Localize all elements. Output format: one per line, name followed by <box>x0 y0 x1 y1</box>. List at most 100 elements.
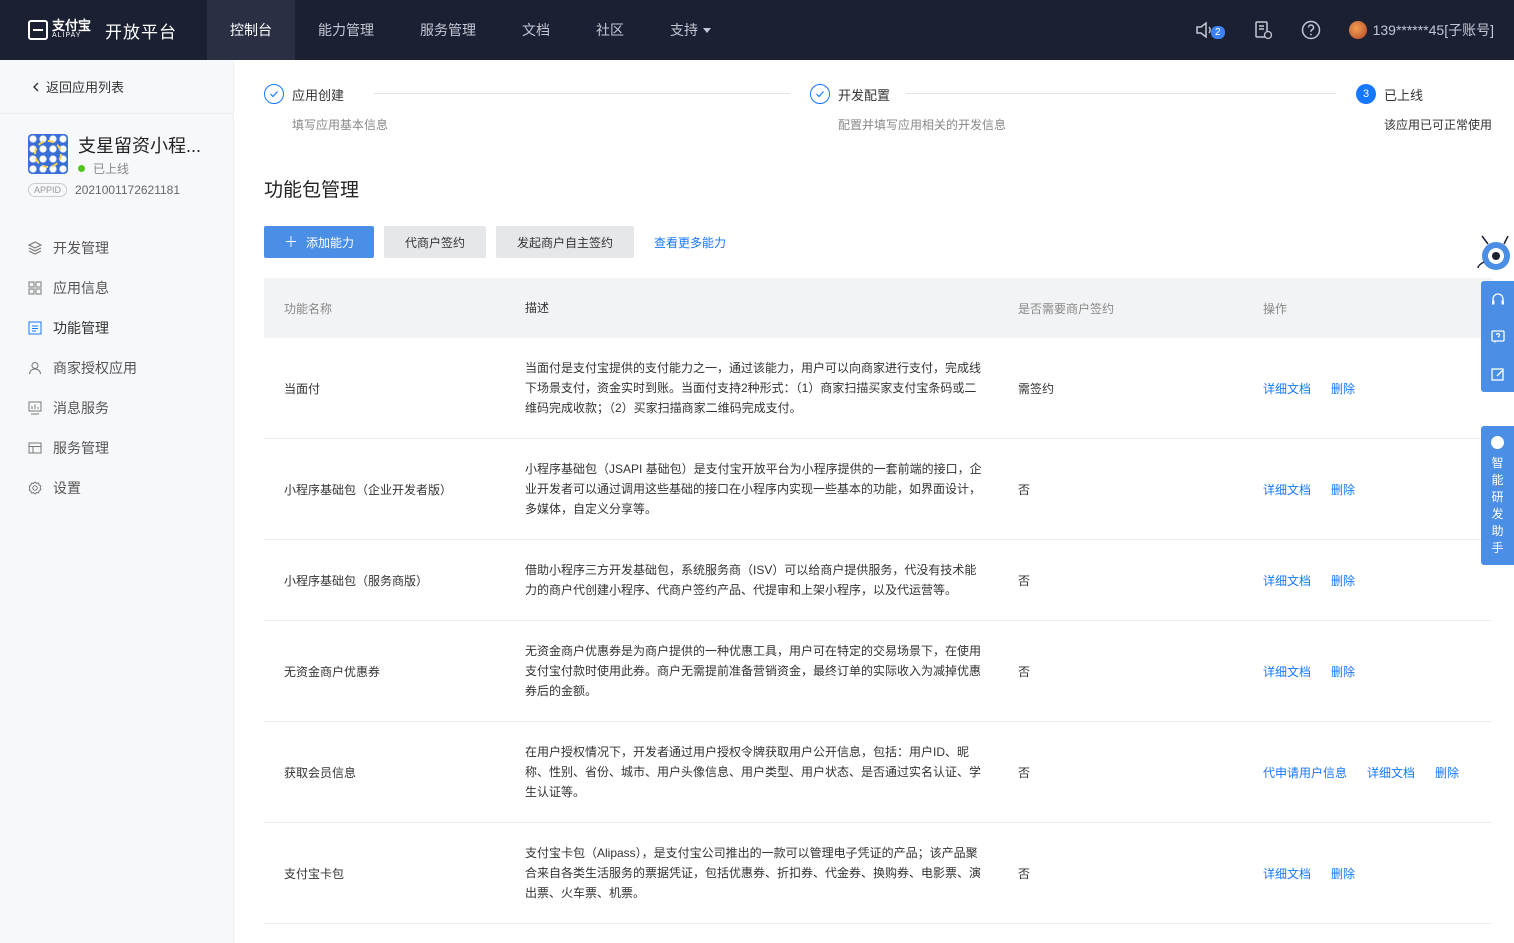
header-name: 功能名称 <box>284 301 333 316</box>
delete-link[interactable]: 删除 <box>1331 865 1355 882</box>
step-title: 开发配置 <box>838 87 891 103</box>
doc-link[interactable]: 详细文档 <box>1263 380 1311 397</box>
sidebar-item-feature-manage[interactable]: 功能管理 <box>0 308 233 348</box>
add-capability-label: 添加能力 <box>305 235 354 250</box>
brand-en: ALIPAY <box>52 32 82 39</box>
feature-name: 无资金商户优惠券 <box>284 664 381 679</box>
merchant-sign-button[interactable]: 发起商户自主签约 <box>496 226 634 258</box>
appid-value: 2021001172621181 <box>75 183 181 197</box>
sidebar-item-label: 开发管理 <box>53 240 109 256</box>
assistant-label: 智能研发助手 <box>1491 456 1504 555</box>
brand-cn: 支付宝 <box>52 18 92 33</box>
nav-capability[interactable]: 能力管理 <box>295 0 397 60</box>
sidebar: 返回应用列表 支星留资小程... 已上线 APPID 2021001172621… <box>0 60 234 943</box>
feature-sign: 否 <box>1018 664 1031 679</box>
feedback-float-button[interactable] <box>1481 355 1514 392</box>
nav-support[interactable]: 支持 <box>647 0 734 60</box>
sidebar-item-settings[interactable]: 设置 <box>0 468 233 508</box>
doc-link[interactable]: 详细文档 <box>1367 764 1415 781</box>
brand[interactable]: 支付宝 ALIPAY 开放平台 <box>0 0 207 60</box>
table-row: 当面付 当面付是支付宝提供的支付能力之一，通过该能力，用户可以向商家进行支付，完… <box>264 338 1492 439</box>
records-button[interactable] <box>1253 20 1273 40</box>
help-button[interactable] <box>1301 20 1321 40</box>
feature-desc: 小程序基础包（JSAPI 基础包）是支付宝开放平台为小程序提供的一套前端的接口，… <box>525 462 982 516</box>
feature-desc: 在用户授权情况下，开发者通过用户授权令牌获取用户公开信息，包括：用户ID、昵称、… <box>525 745 982 799</box>
sidebar-item-dev-manage[interactable]: 开发管理 <box>0 228 233 268</box>
user-icon <box>28 361 42 375</box>
more-capabilities-link[interactable]: 查看更多能力 <box>654 234 726 251</box>
doc-link[interactable]: 详细文档 <box>1263 481 1311 498</box>
sidebar-item-merchant-auth[interactable]: 商家授权应用 <box>0 348 233 388</box>
nav-console[interactable]: 控制台 <box>207 0 295 60</box>
header-desc: 描述 <box>525 301 550 315</box>
delete-link[interactable]: 删除 <box>1435 764 1459 781</box>
feature-desc: 无资金商户优惠券是为商户提供的一种优惠工具，用户可在特定的交易场景下，在使用支付… <box>525 644 982 698</box>
table-row: 获取会员信息 在用户授权情况下，开发者通过用户授权令牌获取用户公开信息，包括：用… <box>264 722 1492 823</box>
doc-link[interactable]: 详细文档 <box>1263 865 1311 882</box>
table-row: 小程序基础包（企业开发者版） 小程序基础包（JSAPI 基础包）是支付宝开放平台… <box>264 439 1492 540</box>
progress-steps: 应用创建 填写应用基本信息 开发配置 配置并填写应用相关的开发信息 3 已上线 … <box>264 60 1492 150</box>
delete-link[interactable]: 删除 <box>1331 663 1355 680</box>
header-sign: 是否需要商户签约 <box>1018 301 1115 316</box>
app-name: 支星留资小程... <box>78 136 202 156</box>
delete-link[interactable]: 删除 <box>1331 481 1355 498</box>
ant-mascot-icon[interactable] <box>1474 232 1514 282</box>
chart-icon <box>28 401 42 415</box>
back-label: 返回应用列表 <box>46 80 125 95</box>
agent-sign-button[interactable]: 代商户签约 <box>384 226 486 258</box>
table-icon <box>28 441 42 455</box>
feature-name: 当面付 <box>284 381 321 396</box>
step-online: 3 已上线 <box>1356 84 1423 104</box>
account-name: 139******45[子账号] <box>1372 22 1494 38</box>
step-desc: 填写应用基本信息 <box>292 118 389 132</box>
table-header: 功能名称 描述 是否需要商户签约 操作 <box>264 278 1492 338</box>
alipay-logo-icon <box>28 20 48 40</box>
sidebar-item-label: 设置 <box>53 480 81 496</box>
service-float-button[interactable] <box>1481 281 1514 318</box>
plus-icon: ＋ <box>283 234 298 250</box>
page-title: 功能包管理 <box>264 180 360 201</box>
sidebar-item-app-info[interactable]: 应用信息 <box>0 268 233 308</box>
step-connector <box>906 93 1336 94</box>
app-logo <box>28 134 68 174</box>
delete-link[interactable]: 删除 <box>1331 572 1355 589</box>
question-message-icon <box>1490 329 1505 343</box>
delete-link[interactable]: 删除 <box>1331 380 1355 397</box>
faq-float-button[interactable] <box>1481 318 1514 355</box>
sidebar-menu: 开发管理 应用信息 功能管理 商家授权应用 消息服务 服务管理 设置 <box>0 228 233 508</box>
notification-badge: 2 <box>1211 25 1225 39</box>
layers-icon <box>28 241 42 255</box>
step-title: 已上线 <box>1384 87 1424 103</box>
doc-link[interactable]: 详细文档 <box>1263 663 1311 680</box>
request-user-info-link[interactable]: 代申请用户信息 <box>1263 764 1347 781</box>
sidebar-item-label: 商家授权应用 <box>53 360 137 376</box>
headset-icon <box>1491 292 1504 304</box>
account-menu[interactable]: 139******45[子账号] <box>1348 20 1494 40</box>
online-dot-icon <box>78 165 85 172</box>
help-icon <box>1301 20 1320 40</box>
check-icon <box>264 84 284 104</box>
back-to-app-list[interactable]: 返回应用列表 <box>0 60 233 114</box>
chevron-left-icon <box>33 82 39 91</box>
check-icon <box>810 84 830 104</box>
sidebar-item-message-service[interactable]: 消息服务 <box>0 388 233 428</box>
doc-link[interactable]: 详细文档 <box>1263 572 1311 589</box>
sidebar-item-service-manage[interactable]: 服务管理 <box>0 428 233 468</box>
notification-button[interactable]: 2 <box>1195 21 1225 39</box>
grid-icon <box>28 281 42 295</box>
ai-assistant-button[interactable]: 智能研发助手 <box>1481 426 1514 565</box>
nav-community[interactable]: 社区 <box>573 0 647 60</box>
add-capability-button[interactable]: ＋ 添加能力 <box>264 226 374 258</box>
app-status: 已上线 <box>78 160 201 177</box>
nav-service[interactable]: 服务管理 <box>397 0 499 60</box>
feature-sign: 需签约 <box>1018 381 1055 396</box>
app-card: 支星留资小程... 已上线 APPID 2021001172621181 <box>0 114 233 218</box>
nav-docs[interactable]: 文档 <box>499 0 573 60</box>
step-title: 应用创建 <box>292 87 345 103</box>
app-status-label: 已上线 <box>93 162 130 176</box>
feature-table: 功能名称 描述 是否需要商户签约 操作 当面付 当面付是支付宝提供的支付能力之一… <box>264 278 1492 924</box>
main-content: 应用创建 填写应用基本信息 开发配置 配置并填写应用相关的开发信息 3 已上线 … <box>264 60 1492 924</box>
feature-desc: 借助小程序三方开发基础包，系统服务商（ISV）可以给商户提供服务，代没有技术能力… <box>525 563 977 597</box>
feature-desc: 当面付是支付宝提供的支付能力之一，通过该能力，用户可以向商家进行支付，完成线下场… <box>525 361 982 415</box>
table-row: 无资金商户优惠券 无资金商户优惠券是为商户提供的一种优惠工具，用户可在特定的交易… <box>264 621 1492 722</box>
